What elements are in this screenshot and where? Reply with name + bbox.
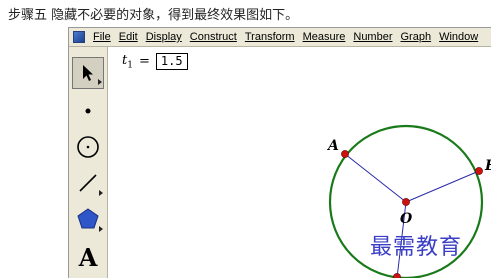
circle-icon [77, 136, 99, 158]
label-E[interactable]: E [485, 158, 491, 174]
menu-number[interactable]: Number [349, 31, 396, 43]
segment-OA[interactable] [344, 153, 407, 203]
tool-submenu-arrow-icon [99, 190, 103, 196]
arrow-icon [83, 65, 93, 81]
menu-bar: File Edit Display Construct Transform Me… [69, 28, 491, 47]
polygon-tool[interactable] [72, 203, 104, 235]
toolbox: A [69, 47, 108, 278]
instruction-caption: 步骤五 隐藏不必要的对象，得到最终效果图如下。 [8, 8, 299, 23]
menu-transform[interactable]: Transform [241, 31, 299, 43]
tool-submenu-arrow-icon [99, 226, 103, 232]
menu-edit[interactable]: Edit [115, 31, 142, 43]
menu-graph[interactable]: Graph [397, 31, 436, 43]
menu-measure[interactable]: Measure [299, 31, 350, 43]
point-bottom[interactable] [393, 273, 401, 278]
watermark: 最需教育 [370, 235, 463, 260]
compass-tool[interactable] [72, 131, 104, 163]
label-A[interactable]: A [328, 138, 339, 154]
straightedge-tool[interactable] [72, 167, 104, 199]
point-tool[interactable] [72, 95, 104, 127]
point-O[interactable] [402, 198, 410, 206]
arrow-select-tool[interactable] [72, 57, 104, 89]
menu-window[interactable]: Window [435, 31, 482, 43]
app-icon [73, 31, 85, 43]
point-A[interactable] [341, 150, 349, 158]
text-tool[interactable]: A [72, 241, 104, 273]
menu-file[interactable]: File [89, 31, 115, 43]
point-icon [85, 108, 91, 114]
label-O[interactable]: O [400, 211, 412, 227]
menu-construct[interactable]: Construct [186, 31, 241, 43]
text-A-icon: A [78, 242, 98, 272]
pentagon-icon [77, 208, 99, 229]
point-E[interactable] [475, 167, 483, 175]
tool-submenu-arrow-icon [98, 79, 102, 85]
menu-display[interactable]: Display [142, 31, 186, 43]
segment-icon [79, 174, 97, 192]
segment-OE[interactable] [405, 170, 480, 203]
